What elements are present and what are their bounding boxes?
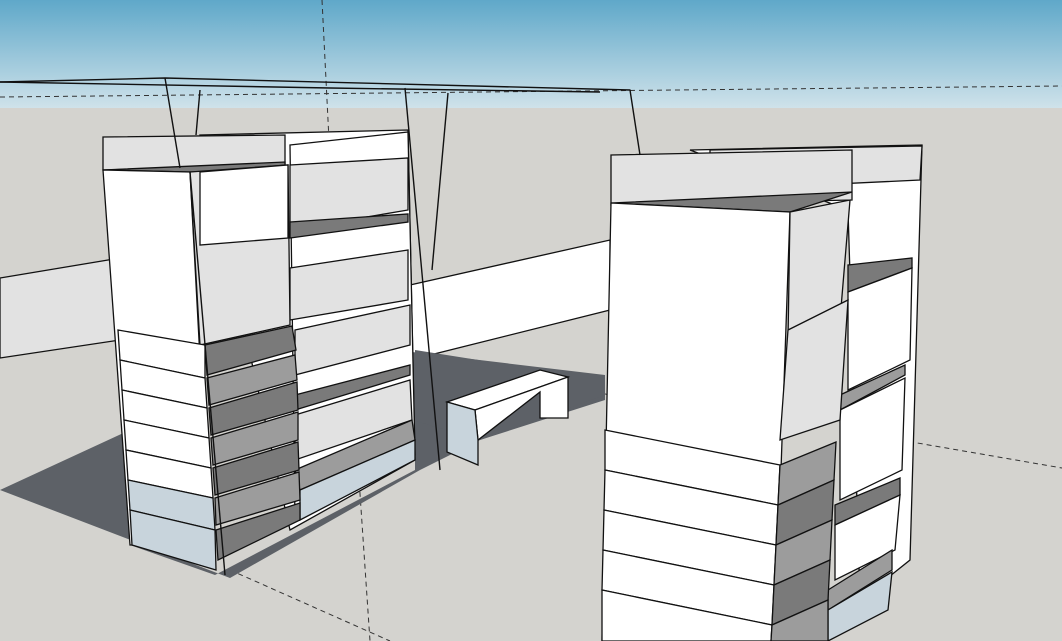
drawer-stack-left[interactable] bbox=[117, 329, 217, 571]
drawer-interiors-right bbox=[770, 441, 837, 641]
model-scene[interactable] bbox=[0, 0, 1062, 641]
drawer-stack-right[interactable] bbox=[601, 429, 781, 641]
3d-viewport[interactable] bbox=[0, 0, 1062, 641]
shelving-unit-right[interactable] bbox=[601, 144, 923, 641]
